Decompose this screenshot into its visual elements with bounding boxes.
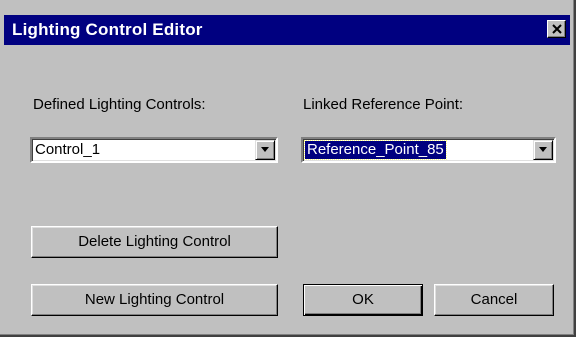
lighting-control-editor-dialog: Lighting Control Editor Defined Lighting…: [0, 0, 576, 337]
chevron-down-icon: [261, 147, 269, 152]
defined-controls-dropdown-button[interactable]: [255, 140, 275, 160]
title-bar[interactable]: Lighting Control Editor: [4, 15, 570, 45]
window-title: Lighting Control Editor: [12, 20, 203, 39]
close-button[interactable]: [547, 20, 566, 38]
delete-lighting-control-button[interactable]: Delete Lighting Control: [31, 226, 278, 258]
ok-button[interactable]: OK: [303, 284, 423, 316]
defined-controls-dropdown[interactable]: Control_1: [30, 137, 278, 163]
new-lighting-control-button[interactable]: New Lighting Control: [31, 284, 278, 316]
linked-reference-value: Reference_Point_85: [304, 140, 447, 160]
linked-reference-dropdown[interactable]: Reference_Point_85: [301, 137, 556, 163]
close-icon: [552, 24, 562, 34]
linked-reference-label: Linked Reference Point:: [303, 96, 464, 113]
defined-controls-label: Defined Lighting Controls:: [33, 96, 206, 113]
cancel-button[interactable]: Cancel: [434, 284, 554, 316]
linked-reference-dropdown-button[interactable]: [533, 140, 553, 160]
defined-controls-value: Control_1: [35, 141, 101, 158]
chevron-down-icon: [539, 147, 547, 152]
